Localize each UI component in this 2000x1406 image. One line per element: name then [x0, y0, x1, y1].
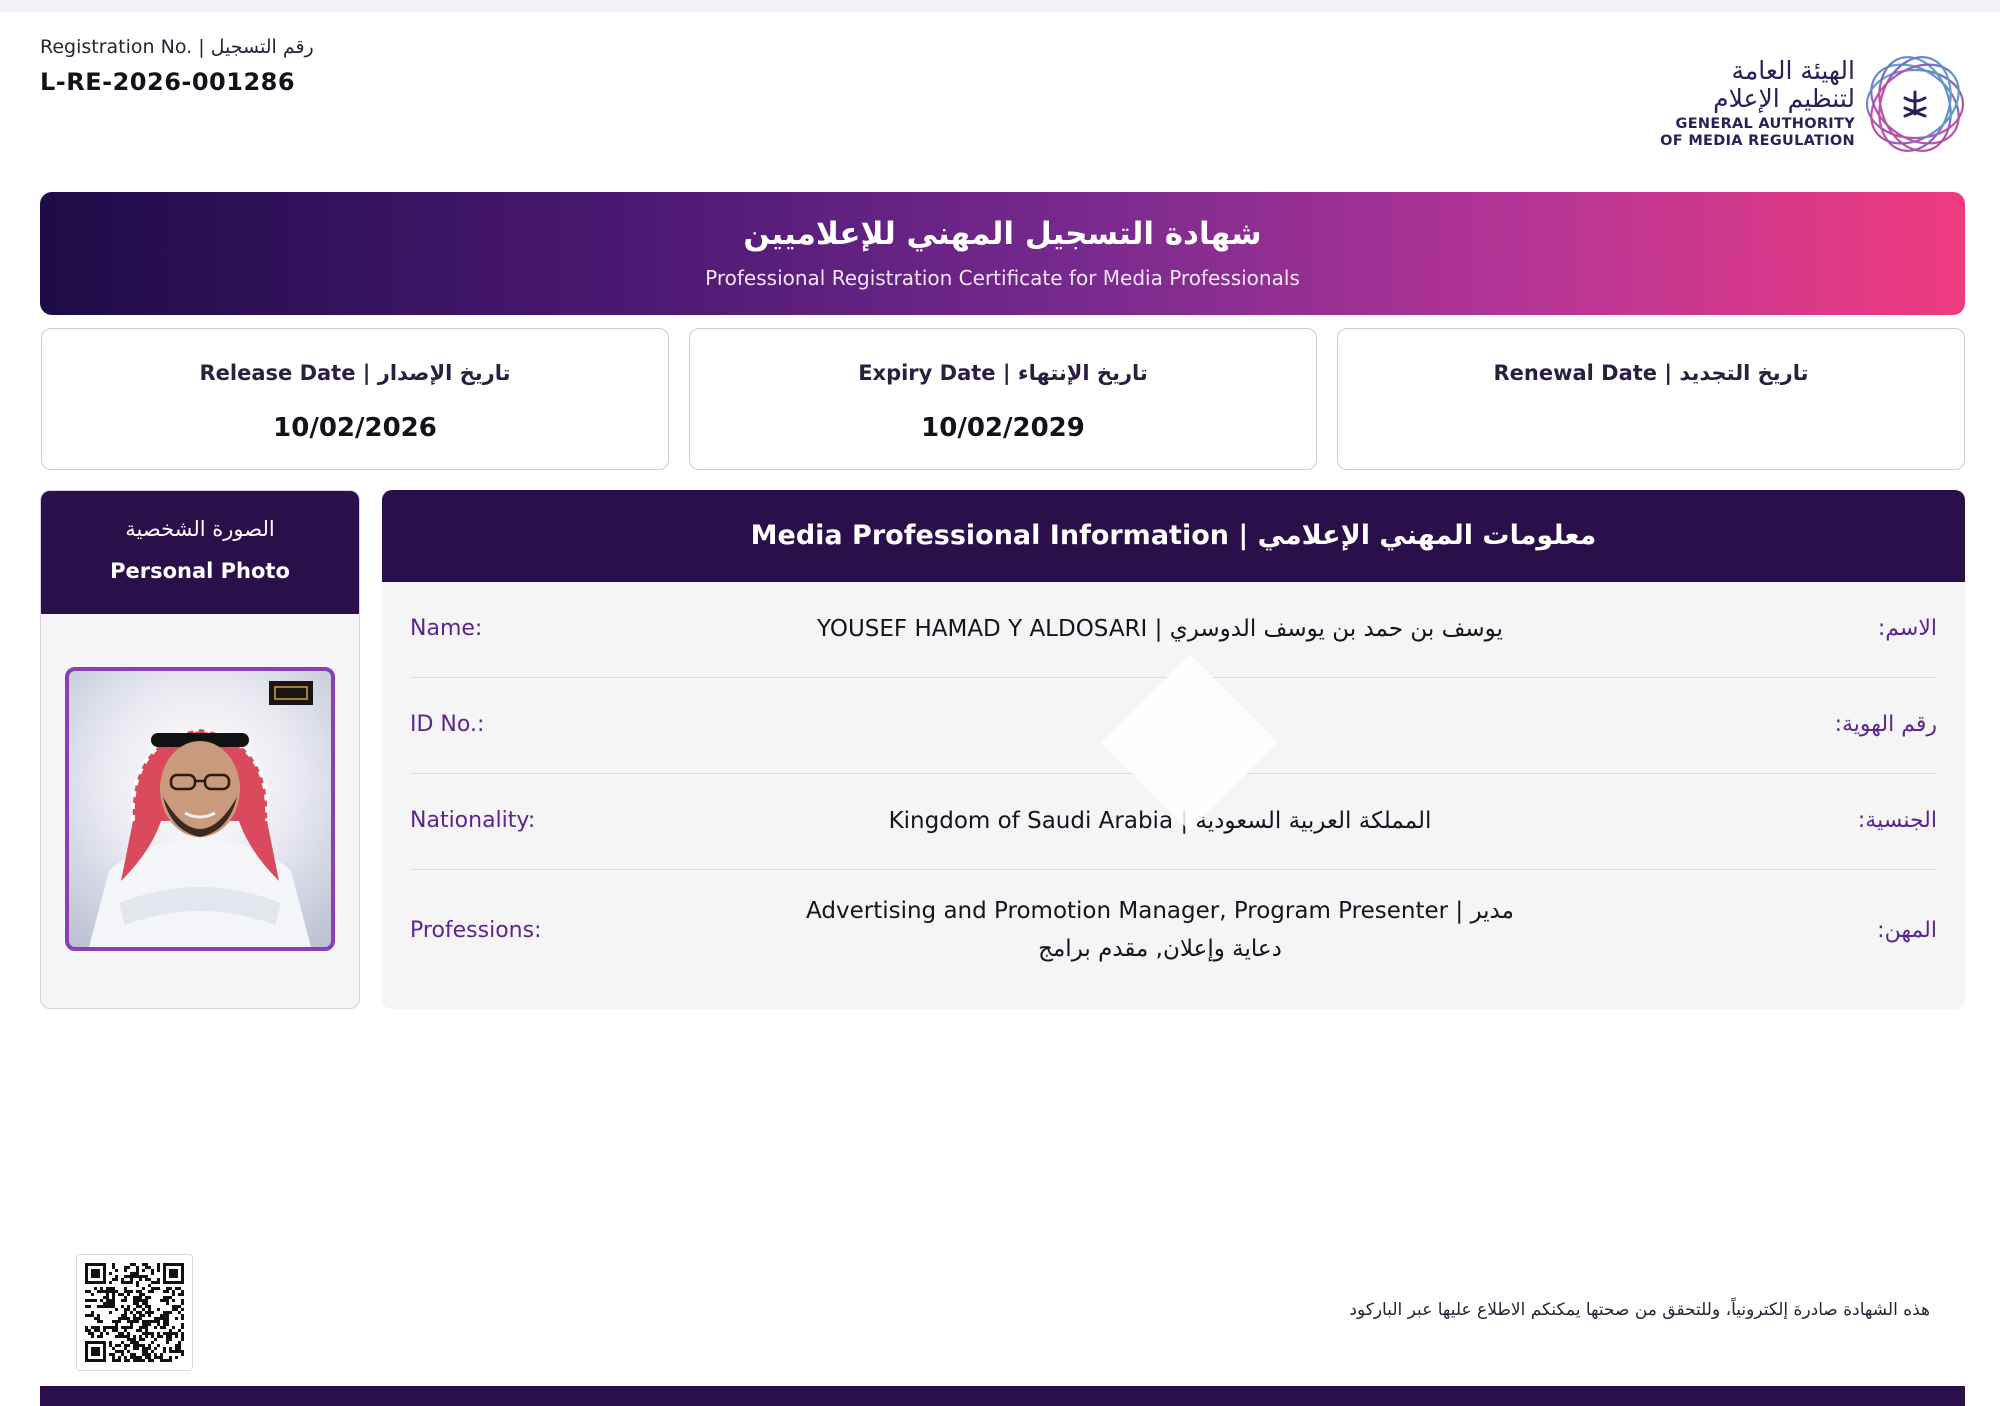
logo-arabic-line2: لتنظيم الإعلام	[1713, 84, 1855, 113]
release-date-card: Release Date | تاريخ الإصدار 10/02/2026	[41, 328, 669, 470]
id-label-english: ID No.:	[410, 712, 485, 737]
photo-title-english: Personal Photo	[110, 559, 290, 583]
expiry-date-value: 10/02/2029	[921, 413, 1085, 443]
personal-photo	[65, 667, 335, 951]
info-row-name: Name: YOUSEF HAMAD Y ALDOSARI | يوسف بن …	[410, 582, 1937, 678]
bottom-bar	[40, 1386, 1965, 1406]
registration-block: Registration No. | رقم التسجيل L-RE-2026…	[40, 36, 314, 96]
registration-label: Registration No. | رقم التسجيل	[40, 36, 314, 58]
expiry-date-card: Expiry Date | تاريخ الإنتهاء 10/02/2029	[689, 328, 1317, 470]
logo-english-line2: OF MEDIA REGULATION	[1660, 133, 1855, 149]
photo-panel-header: الصورة الشخصية Personal Photo	[41, 491, 359, 614]
professions-label-english: Professions:	[410, 918, 542, 943]
banner-title-arabic: شهادة التسجيل المهني للإعلاميين	[743, 216, 1262, 252]
renewal-date-label: Renewal Date | تاريخ التجديد	[1493, 361, 1809, 385]
logo-arabic-line1: الهيئة العامة	[1731, 56, 1855, 85]
id-label-arabic: رقم الهوية:	[1834, 712, 1937, 737]
qr-code-icon	[85, 1263, 184, 1362]
nationality-value: Kingdom of Saudi Arabia | المملكة العربي…	[888, 808, 1432, 834]
top-strip	[0, 0, 2000, 12]
personal-photo-panel: الصورة الشخصية Personal Photo	[40, 490, 360, 1009]
renewal-date-card: Renewal Date | تاريخ التجديد	[1337, 328, 1965, 470]
verification-note: هذه الشهادة صادرة إلكترونياً، وللتحقق من…	[1349, 1300, 1930, 1320]
nationality-label-english: Nationality:	[410, 808, 536, 833]
expiry-date-label: Expiry Date | تاريخ الإنتهاء	[858, 361, 1148, 385]
professions-label-arabic: المهن:	[1877, 918, 1937, 943]
banner-title-english: Professional Registration Certificate fo…	[705, 266, 1300, 290]
name-label-arabic: الاسم:	[1877, 616, 1937, 641]
verification-qr-code[interactable]	[76, 1254, 193, 1371]
release-date-label: Release Date | تاريخ الإصدار	[199, 361, 511, 385]
name-value: YOUSEF HAMAD Y ALDOSARI | يوسف بن حمد بن…	[817, 616, 1503, 642]
professions-value: Advertising and Promotion Manager, Progr…	[806, 898, 1514, 962]
nationality-label-arabic: الجنسية:	[1857, 808, 1937, 833]
certificate-banner: شهادة التسجيل المهني للإعلاميين Professi…	[40, 192, 1965, 315]
registration-number: L-RE-2026-001286	[40, 68, 296, 96]
gamr-logo: الهيئة العامة لتنظيم الإعلام GENERAL AUT…	[1660, 52, 1967, 162]
info-panel-heading: Media Professional Information | معلومات…	[382, 490, 1965, 582]
portrait-image	[89, 681, 313, 947]
info-row-professions: Professions: Advertising and Promotion M…	[410, 870, 1937, 1000]
name-label-english: Name:	[410, 616, 483, 641]
logo-emblem-icon	[1865, 56, 1965, 152]
logo-english-line1: GENERAL AUTHORITY	[1675, 116, 1855, 132]
photo-title-arabic: الصورة الشخصية	[125, 517, 275, 541]
release-date-value: 10/02/2026	[273, 413, 437, 443]
